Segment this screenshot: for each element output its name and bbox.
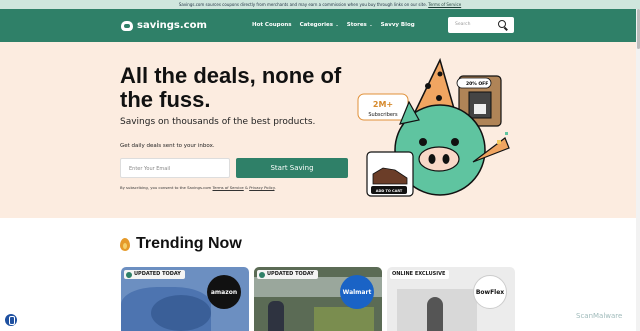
main-header: savings.com Hot Coupons Categories ⌄ Sto…: [0, 9, 640, 42]
chevron-down-icon: ⌄: [334, 22, 339, 27]
clock-icon: [259, 271, 265, 278]
nav-categories[interactable]: Categories ⌄: [300, 22, 339, 28]
stat-value: 2M+: [373, 100, 393, 109]
nav-savvy-blog[interactable]: Savvy Blog: [381, 22, 415, 28]
terms-of-service-link[interactable]: Terms of Service: [212, 185, 243, 190]
watermark: ScanMalware: [576, 312, 623, 320]
hero-section: All the deals, none of the fuss. Savings…: [0, 42, 640, 218]
deal-card-bowflex[interactable]: ONLINE EXCLUSIVE BowFlex: [387, 267, 515, 331]
stat-label: Subscribers: [368, 112, 398, 118]
discount-badge: 20% OFF: [466, 81, 488, 87]
amazon-logo: amazon: [207, 275, 241, 309]
deal-card-amazon[interactable]: UPDATED TODAY amazon: [121, 267, 249, 331]
deal-card-walmart[interactable]: UPDATED TODAY Walmart: [254, 267, 382, 331]
walmart-logo: Walmart: [340, 275, 374, 309]
bowflex-logo: BowFlex: [473, 275, 507, 309]
scrollbar[interactable]: [636, 9, 640, 331]
logo-text: savings.com: [137, 20, 207, 31]
email-field[interactable]: Enter Your Email: [120, 158, 230, 178]
site-logo[interactable]: savings.com: [121, 20, 207, 31]
add-to-cart-label: ADD TO CART: [376, 189, 403, 193]
fire-icon: [120, 237, 130, 251]
chevron-down-icon: ⌄: [367, 22, 373, 27]
trending-title: Trending Now: [136, 235, 242, 252]
disclosure-text: Savings.com sources coupons directly fro…: [178, 2, 427, 7]
piggy-bank-icon: [121, 20, 133, 31]
online-exclusive-badge: ONLINE EXCLUSIVE: [390, 270, 450, 279]
affiliate-disclosure-bar: Savings.com sources coupons directly fro…: [0, 0, 640, 9]
main-nav: Hot Coupons Categories ⌄ Stores ⌄ Savvy …: [252, 22, 415, 28]
nav-stores[interactable]: Stores ⌄: [347, 22, 373, 28]
hero-illustration: 20% OFF 2M+ Subscribers ADD TO CART: [357, 57, 510, 197]
newsletter-label: Get daily deals sent to your inbox.: [120, 143, 215, 149]
accessibility-icon[interactable]: [4, 313, 18, 327]
party-hat-icon: [413, 57, 456, 113]
search-input[interactable]: Search: [448, 17, 514, 33]
search-icon[interactable]: [498, 20, 506, 28]
trending-header: Trending Now: [120, 235, 242, 253]
privacy-policy-link[interactable]: Privacy Policy: [249, 185, 274, 190]
hero-subtitle: Savings on thousands of the best product…: [120, 117, 316, 127]
disclosure-terms-link[interactable]: Terms of Service: [428, 2, 461, 7]
search-placeholder: Search: [455, 22, 471, 27]
consent-text: By subscribing, you consent to the Savin…: [120, 185, 276, 190]
clock-icon: [126, 271, 132, 278]
updated-today-badge: UPDATED TODAY: [257, 270, 318, 279]
start-saving-button[interactable]: Start Saving: [236, 158, 348, 178]
updated-today-badge: UPDATED TODAY: [124, 270, 185, 279]
nav-hot-coupons[interactable]: Hot Coupons: [252, 22, 292, 28]
hero-title: All the deals, none of the fuss.: [120, 63, 342, 112]
